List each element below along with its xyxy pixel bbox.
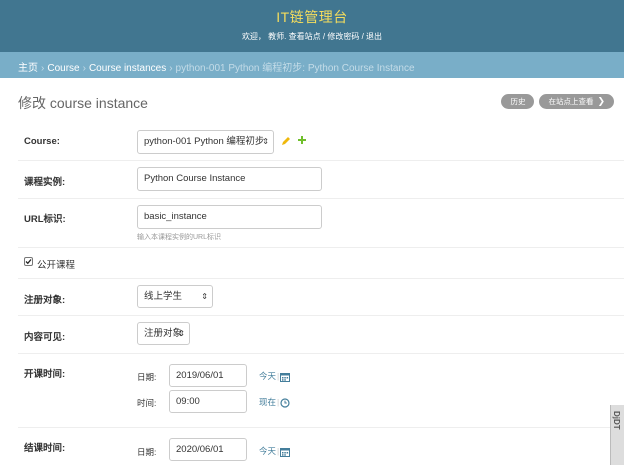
user-tools: 欢迎， 教师. 查看站点 / 修改密码 / 退出 [0,31,624,42]
add-plus-icon[interactable] [297,134,307,146]
url-slug-help: 输入本课程实例的URL标识 [137,234,222,241]
start-time-input[interactable]: 09:00 [169,390,247,413]
now-link[interactable]: 现在 [259,397,276,407]
breadcrumb-app[interactable]: Course [47,63,79,74]
debug-toolbar-label: DjDT [612,411,621,430]
today-link[interactable]: 今天 [259,371,276,381]
welcome-text: 欢迎， [241,32,266,41]
site-header: IT链管理台 欢迎， 教师. 查看站点 / 修改密码 / 退出 [0,0,624,52]
history-button[interactable]: 历史 [501,94,535,109]
course-label: Course: [24,136,60,147]
enrollment-audience-label: 注册对象: [24,295,66,306]
breadcrumb-home[interactable]: 主页 [18,63,38,74]
end-date-input[interactable]: 2020/06/01 [169,438,247,461]
logout-link[interactable]: 退出 [366,32,382,41]
breadcrumb-separator: › [169,63,173,74]
url-slug-input[interactable]: basic_instance [137,205,322,229]
start-date-label: 日期: [137,372,157,382]
breadcrumb-separator: › [82,63,86,74]
username: 教师. [268,32,287,41]
view-site-link[interactable]: 查看站点 [289,32,321,41]
select-arrows-icon: ⇕ [178,329,185,338]
select-arrows-icon: ⇕ [201,292,208,301]
chevron-right-icon: ❯ [597,96,605,106]
form-row-course: Course: python-001 Python 编程初步 ⇕ [18,122,624,161]
history-button-label: 历史 [510,97,526,106]
end-date-shortcuts: 今天| [259,445,291,457]
public-checkbox[interactable] [24,257,33,269]
form-row-instance-name: 课程实例: Python Course Instance [18,160,624,199]
course-select[interactable]: python-001 Python 编程初步 ⇕ [137,130,274,154]
page-title: 修改 course instance [18,95,148,111]
start-date-shortcuts: 今天| [259,370,291,382]
starting-time-label: 开课时间: [24,369,66,380]
view-on-site-button[interactable]: 在站点上查看 ❯ [539,94,614,109]
course-select-value: python-001 Python 编程初步 [144,136,265,147]
url-slug-label: URL标识: [24,214,66,225]
separator: / [361,32,364,41]
enrollment-audience-value: 线上学生 [144,291,183,302]
breadcrumb: 主页 › Course › Course instances › python-001 Py… [0,52,624,78]
select-arrows-icon: ⇕ [262,137,269,146]
form-row-url-slug: URL标识: basic_instance 输入本课程实例的URL标识 [18,198,624,248]
clock-icon[interactable] [280,397,290,408]
separator: / [322,32,326,41]
view-on-site-label: 在站点上查看 [548,97,594,106]
content-visibility-value: 注册对象 [144,328,183,339]
start-time-label: 时间: [137,398,157,408]
edit-pencil-icon[interactable] [281,135,291,147]
enrollment-audience-select[interactable]: 线上学生 ⇕ [137,285,213,308]
breadcrumb-separator: › [41,63,45,74]
calendar-icon[interactable] [280,371,291,382]
content-visibility-label: 内容可见: [24,332,66,343]
public-label: 公开课程 [37,260,76,271]
start-time-shortcuts: 现在| [259,396,290,408]
start-date-input[interactable]: 2019/06/01 [169,364,247,387]
instance-name-label: 课程实例: [24,177,66,188]
breadcrumb-model[interactable]: Course instances [89,63,166,74]
change-password-link[interactable]: 修改密码 [327,32,359,41]
debug-toolbar-handle[interactable]: DjDT [610,405,624,465]
breadcrumb-current: python-001 Python 编程初步: Python Course In… [175,63,415,74]
form-row-starting-time: 开课时间: 日期: 2019/06/01 今天| 时间: 09:00 现在| [18,353,624,428]
today-link[interactable]: 今天 [259,446,276,456]
ending-time-label: 结课时间: [24,443,66,454]
form-row-content-visibility: 内容可见: 注册对象 ⇕ [18,315,624,354]
instance-name-input[interactable]: Python Course Instance [137,167,322,191]
object-tools: 历史 在站点上查看 ❯ [501,94,614,109]
form-row-public: 公开课程 [18,247,624,279]
end-date-label: 日期: [137,447,157,457]
content-visibility-select[interactable]: 注册对象 ⇕ [137,322,190,345]
site-title[interactable]: IT链管理台 [0,7,624,27]
form-row-ending-time: 结课时间: 日期: 2020/06/01 今天| [18,427,624,467]
form-row-enrollment-audience: 注册对象: 线上学生 ⇕ [18,278,624,316]
calendar-icon[interactable] [280,446,291,457]
